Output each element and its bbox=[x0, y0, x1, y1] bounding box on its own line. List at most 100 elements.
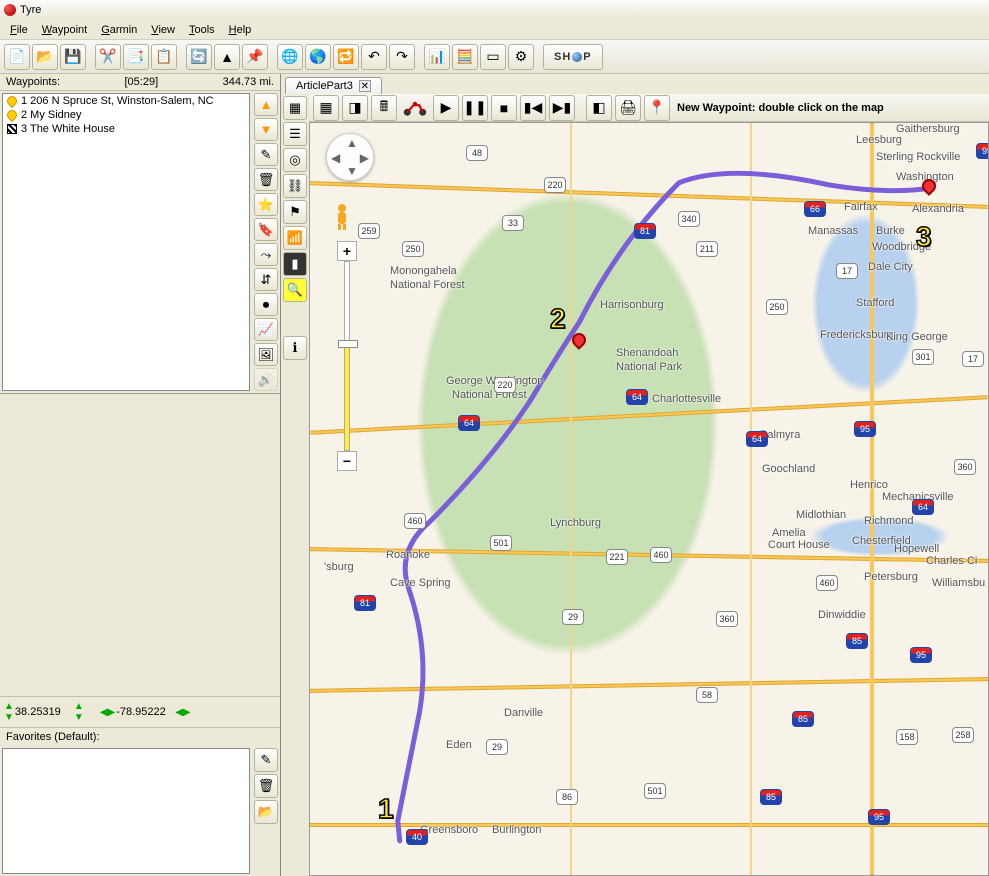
menu-waypoint[interactable]: Waypoint bbox=[36, 23, 93, 37]
photo-button[interactable]: 🖼 bbox=[254, 343, 278, 366]
city-label: Harrisonburg bbox=[600, 299, 664, 311]
undo-button[interactable]: ↶ bbox=[361, 44, 387, 70]
sound-button: 🔊 bbox=[254, 368, 278, 391]
map-canvas[interactable]: ▲ ▼ ◀ ▶ + − bbox=[309, 122, 989, 876]
title-bar: Tyre bbox=[0, 0, 989, 20]
table-button[interactable]: 📊 bbox=[424, 44, 450, 70]
lon-spinner[interactable]: ◀▶ ◀▶ bbox=[100, 706, 191, 718]
city-label: Williamsbu bbox=[932, 577, 985, 589]
pan-down-icon[interactable]: ▼ bbox=[346, 164, 358, 178]
fav-edit-button[interactable]: ✎ bbox=[254, 748, 278, 772]
star-button[interactable]: ⭐ bbox=[254, 193, 278, 216]
pan-left-icon[interactable]: ◀ bbox=[331, 151, 340, 165]
route-shield: 29 bbox=[562, 609, 584, 625]
pan-right-icon[interactable]: ▶ bbox=[360, 151, 369, 165]
waypoint-label: 3 The White House bbox=[21, 123, 115, 135]
map-view2-button[interactable]: ◨ bbox=[342, 95, 368, 121]
move-up-button[interactable]: ▲ bbox=[254, 93, 278, 116]
route-shield: 95 bbox=[868, 809, 890, 825]
tag-button[interactable]: 🔖 bbox=[254, 218, 278, 241]
print-button[interactable]: 🖨 bbox=[615, 95, 641, 121]
new-file-button[interactable]: 📄 bbox=[4, 44, 30, 70]
menu-garmin[interactable]: Garmin bbox=[95, 23, 143, 37]
menu-file[interactable]: File bbox=[4, 23, 34, 37]
zoom-thumb[interactable] bbox=[338, 340, 358, 348]
marker-button[interactable]: 📍 bbox=[644, 95, 670, 121]
shop-button[interactable]: SHP bbox=[543, 44, 603, 70]
map-calc-button[interactable]: 🖩 bbox=[371, 95, 397, 121]
delete-button[interactable]: 🗑 bbox=[254, 168, 278, 191]
move-down-button[interactable]: ▼ bbox=[254, 118, 278, 141]
zoom-control[interactable]: + − bbox=[336, 241, 358, 471]
expand-button[interactable]: ⇵ bbox=[254, 268, 278, 291]
pegman-icon[interactable] bbox=[332, 203, 352, 231]
flag-button[interactable]: ▲ bbox=[214, 44, 240, 70]
waypoint-header: Waypoints: [05:29] 344.73 mi. bbox=[0, 74, 280, 91]
play-button[interactable]: ▶ bbox=[433, 95, 459, 121]
waypoint-item[interactable]: 2 My Sidney bbox=[3, 108, 249, 122]
zoom-in-button[interactable]: + bbox=[337, 241, 357, 261]
pan-control[interactable]: ▲ ▼ ◀ ▶ bbox=[326, 133, 374, 181]
map-wifi-button[interactable]: 📶 bbox=[283, 226, 307, 250]
pause-button[interactable]: ❚❚ bbox=[462, 95, 488, 121]
map-marker-number: 1 bbox=[378, 793, 394, 825]
waypoint-item[interactable]: 3 The White House bbox=[3, 122, 249, 136]
map-info-button[interactable]: ℹ bbox=[283, 336, 307, 360]
favorites-list[interactable] bbox=[2, 748, 250, 874]
map-track-button[interactable]: ⛓ bbox=[283, 174, 307, 198]
map-search-button[interactable]: 🔍 bbox=[283, 278, 307, 302]
pan-up-icon[interactable]: ▲ bbox=[346, 136, 358, 150]
city-label: Greensboro bbox=[420, 824, 478, 836]
flag-icon bbox=[7, 124, 17, 134]
lon-input[interactable] bbox=[116, 706, 174, 718]
edit-button[interactable]: ✎ bbox=[254, 143, 278, 166]
open-file-button[interactable]: 📂 bbox=[32, 44, 58, 70]
stop-button[interactable]: ■ bbox=[491, 95, 517, 121]
zoom-track[interactable] bbox=[344, 261, 350, 451]
fav-delete-button[interactable]: 🗑 bbox=[254, 774, 278, 798]
map-road-button[interactable]: ▮ bbox=[283, 252, 307, 276]
tab-articlepart3[interactable]: ArticlePart3 ✕ bbox=[285, 77, 382, 94]
waypoint-item[interactable]: 1 206 N Spruce St, Winston-Salem, NC bbox=[3, 94, 249, 108]
map-target-button[interactable]: ◎ bbox=[283, 148, 307, 172]
lat-input[interactable] bbox=[15, 706, 73, 718]
menu-tools[interactable]: Tools bbox=[183, 23, 221, 37]
route-shield: 211 bbox=[696, 241, 718, 257]
next-button[interactable]: ▶▮ bbox=[549, 95, 575, 121]
map-view1-button[interactable]: ▦ bbox=[313, 95, 339, 121]
menu-view[interactable]: View bbox=[145, 23, 181, 37]
calc-button[interactable]: 🧮 bbox=[452, 44, 478, 70]
map-poi-button[interactable]: ⚑ bbox=[283, 200, 307, 224]
route-shield: 66 bbox=[804, 201, 826, 217]
refresh-button[interactable]: 🔄 bbox=[186, 44, 212, 70]
menu-help[interactable]: Help bbox=[223, 23, 258, 37]
paste-button[interactable]: 📋 bbox=[151, 44, 177, 70]
zoom-out-button[interactable]: − bbox=[337, 451, 357, 471]
tab-close-button[interactable]: ✕ bbox=[359, 80, 371, 92]
eraser-button[interactable]: ◧ bbox=[586, 95, 612, 121]
route-shield: 86 bbox=[556, 789, 578, 805]
waypoint-list[interactable]: 1 206 N Spruce St, Winston-Salem, NC2 My… bbox=[2, 93, 250, 391]
chart-button[interactable]: 📈 bbox=[254, 318, 278, 341]
prev-button[interactable]: ▮◀ bbox=[520, 95, 546, 121]
web-button[interactable]: 🌐 bbox=[277, 44, 303, 70]
route-shield: 221 bbox=[606, 549, 628, 565]
copy-button[interactable]: 📑 bbox=[123, 44, 149, 70]
route-button[interactable]: ⤳ bbox=[254, 243, 278, 266]
earth-button[interactable]: 🌎 bbox=[305, 44, 331, 70]
save-file-button[interactable]: 💾 bbox=[60, 44, 86, 70]
route-shield: 158 bbox=[896, 729, 918, 745]
map-grid-button[interactable]: ▦ bbox=[283, 96, 307, 120]
sync-button[interactable]: 🔁 bbox=[333, 44, 359, 70]
route-shield: 17 bbox=[962, 351, 984, 367]
map-layers-button[interactable]: ☰ bbox=[283, 122, 307, 146]
redo-button[interactable]: ↷ bbox=[389, 44, 415, 70]
lat-spinner[interactable]: ▲▼ ▲▼ bbox=[4, 701, 84, 723]
fav-open-button[interactable]: 📂 bbox=[254, 800, 278, 824]
settings-button[interactable]: ⚙ bbox=[508, 44, 534, 70]
window-button[interactable]: ▭ bbox=[480, 44, 506, 70]
record-button[interactable]: ⏺ bbox=[254, 293, 278, 316]
cut-button[interactable]: ✂️ bbox=[95, 44, 121, 70]
pin-button[interactable]: 📌 bbox=[242, 44, 268, 70]
route-shield: 40 bbox=[406, 829, 428, 845]
